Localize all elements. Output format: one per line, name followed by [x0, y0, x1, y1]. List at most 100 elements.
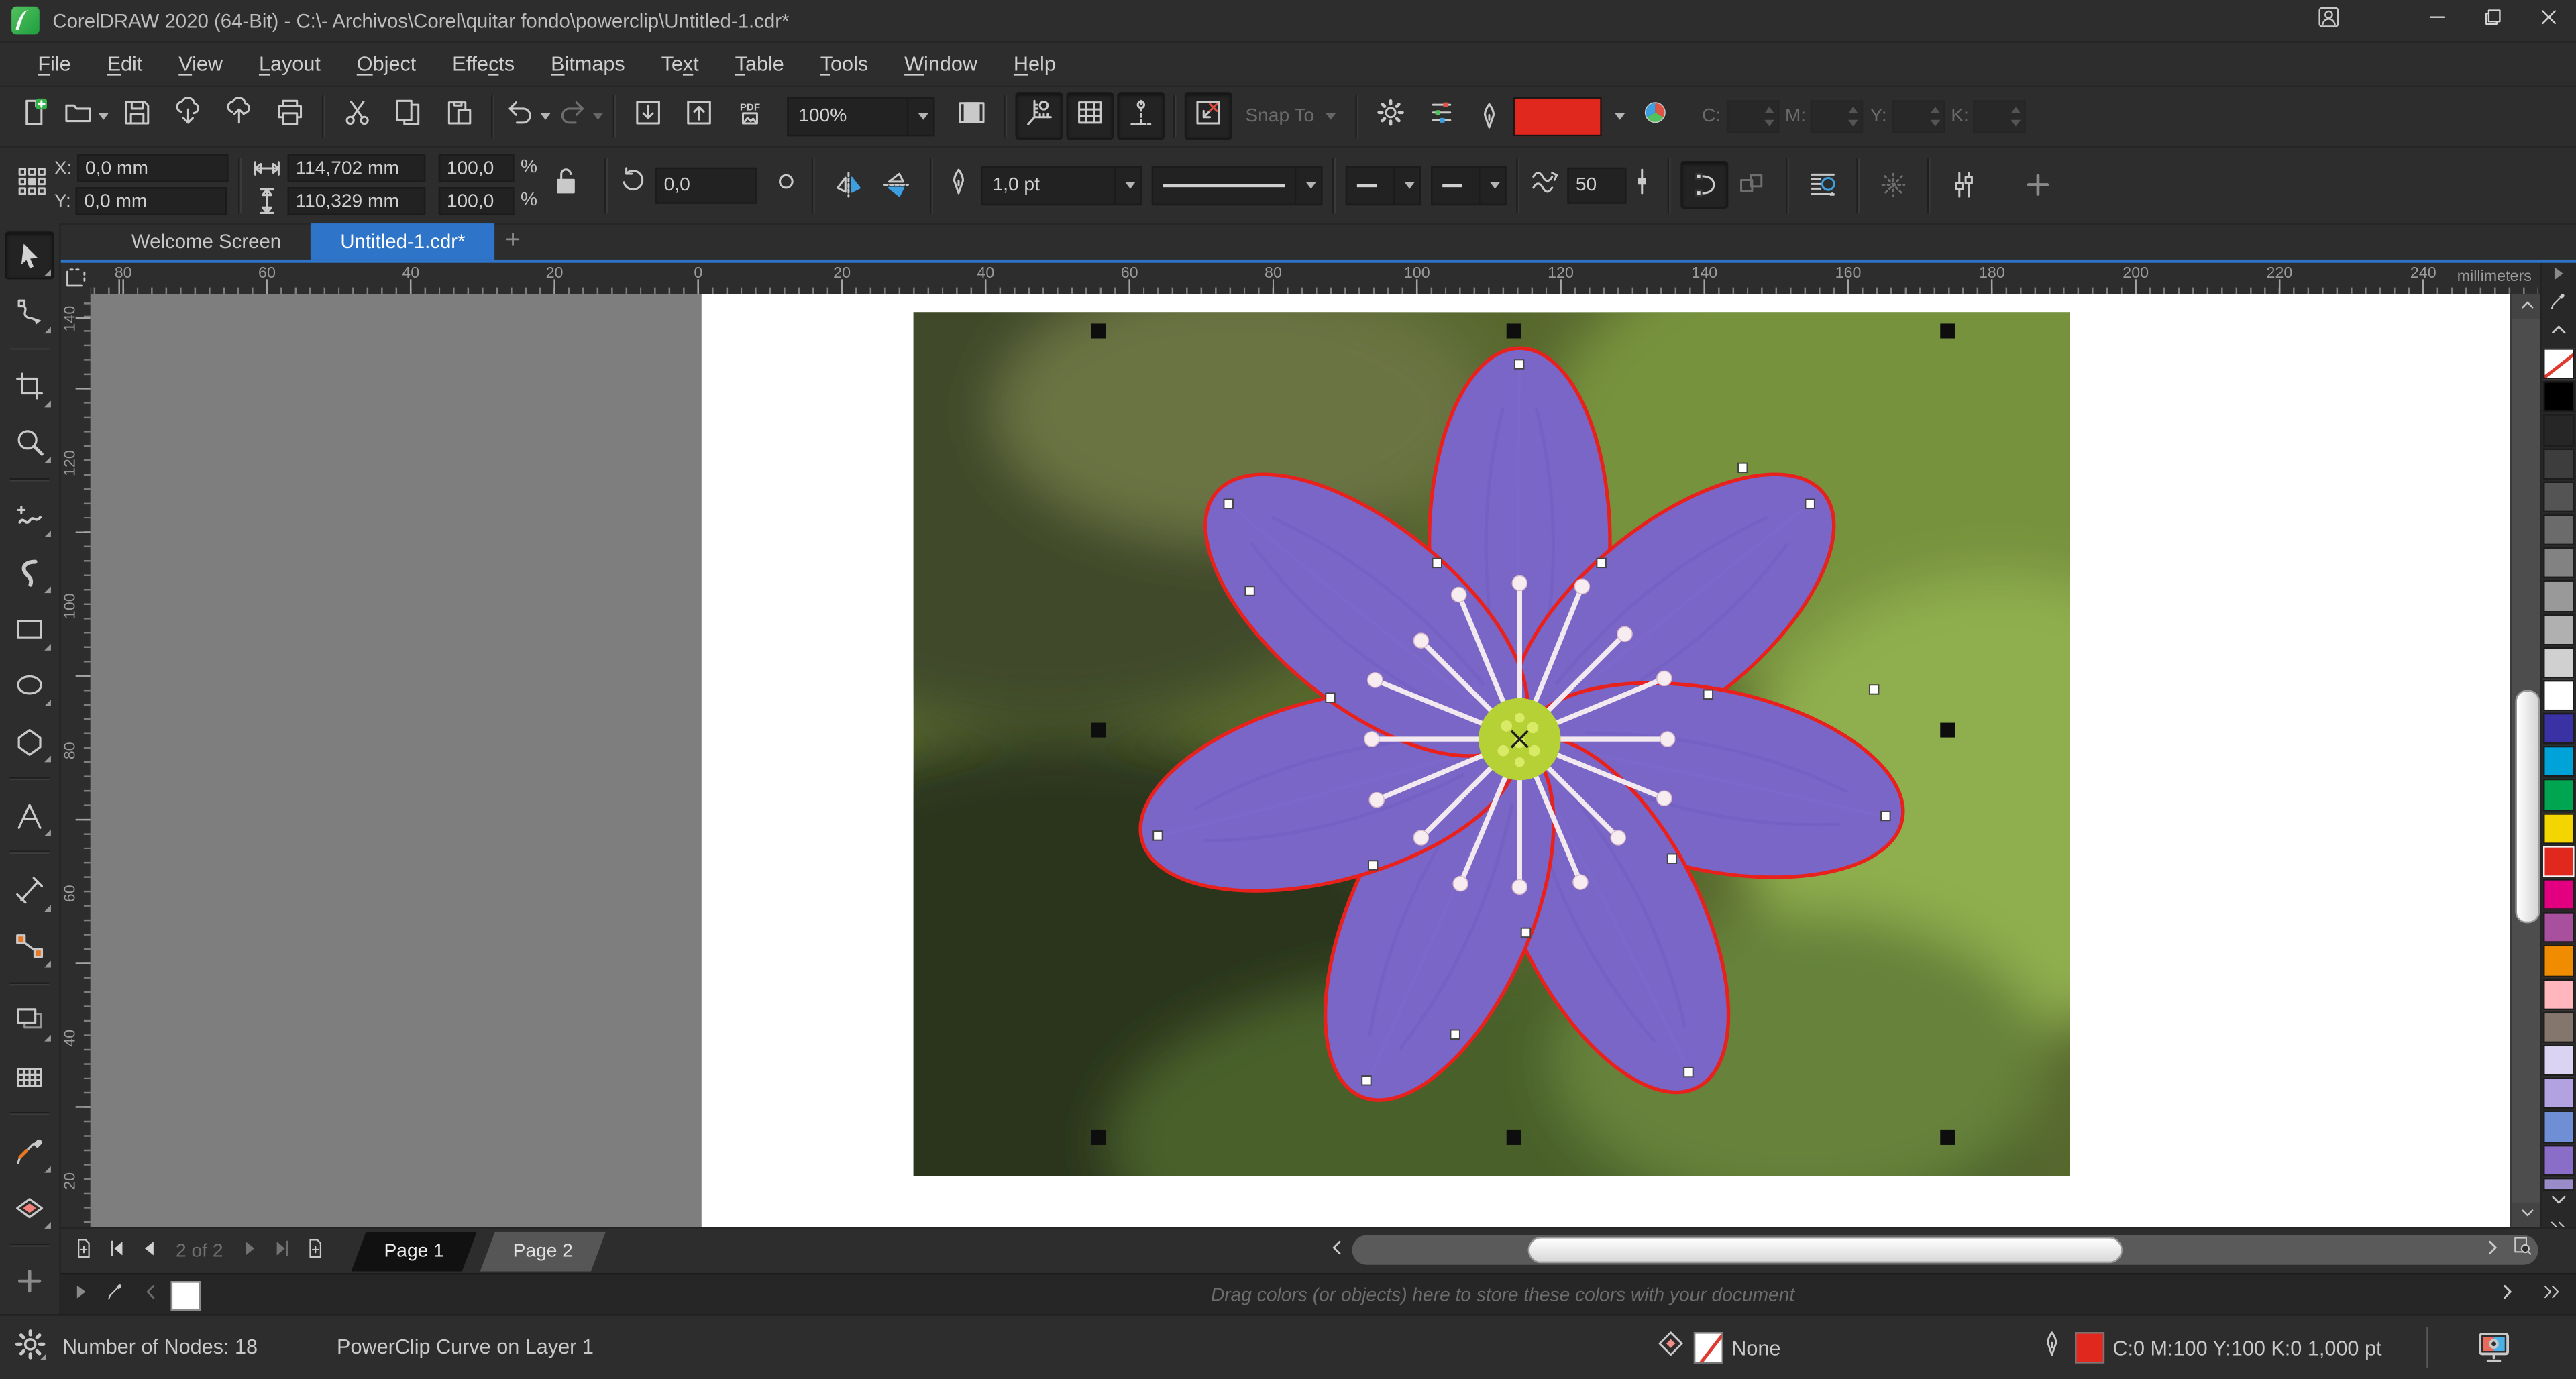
document-palette-swatch[interactable] [171, 1280, 201, 1310]
smoothing-input[interactable] [1568, 167, 1627, 203]
menu-bitmaps[interactable]: Bitmaps [533, 42, 643, 85]
swatch-blue-violet[interactable] [2543, 713, 2575, 744]
outline-status[interactable]: C:0 M:100 Y:100 K:0 1,000 pt [2037, 1316, 2382, 1379]
shape-tool[interactable] [5, 288, 54, 336]
swatch-50-black[interactable] [2543, 547, 2575, 579]
pasteboard[interactable] [91, 294, 702, 1227]
menu-table[interactable]: Table [717, 42, 802, 85]
cmyk-field-k[interactable]: K: [1951, 99, 2026, 132]
menu-window[interactable]: Window [886, 42, 996, 85]
artistic-media-tool[interactable] [5, 549, 54, 597]
ruler-origin[interactable] [61, 263, 91, 294]
show-rulers-button[interactable] [1015, 92, 1063, 140]
freehand-tool[interactable] [5, 493, 54, 541]
start-arrowhead-combo[interactable] [1346, 165, 1421, 205]
palette-flyout-button[interactable] [2544, 263, 2573, 291]
wrap-text-button[interactable] [1799, 161, 1847, 209]
add-tool-plus-tool[interactable] [5, 1258, 54, 1306]
swatch-magenta[interactable] [2543, 879, 2575, 910]
last-page-button[interactable] [266, 1233, 299, 1270]
document-palette-eyedropper-button[interactable] [100, 1280, 129, 1310]
swatch-orange[interactable] [2543, 945, 2575, 977]
palette-scroll-down-button[interactable] [2544, 1191, 2573, 1219]
smoothing-slider-handle[interactable] [1627, 165, 1658, 205]
pan-zoom-button[interactable] [2509, 1232, 2535, 1268]
transparency-tool[interactable] [5, 1053, 54, 1101]
color-sliders-button[interactable] [1417, 92, 1465, 140]
fill-status[interactable]: None [1656, 1316, 1781, 1379]
snap-to-label[interactable]: Snap To [1245, 106, 1314, 125]
add-page-button-left[interactable] [67, 1233, 100, 1270]
cloud-download-button[interactable] [164, 92, 212, 140]
node-distance-button[interactable] [1870, 161, 1917, 209]
snap-off-button[interactable] [1185, 92, 1232, 140]
swatch-90-black[interactable] [2543, 415, 2575, 446]
swatch-yellow[interactable] [2543, 812, 2575, 844]
maximize-button[interactable] [2464, 1, 2520, 40]
swatch-white[interactable] [2543, 680, 2575, 712]
start-arrowhead-dropdown[interactable] [1393, 167, 1419, 203]
menu-object[interactable]: Object [339, 42, 434, 85]
vertical-scrollbar-thumb[interactable] [2515, 690, 2540, 924]
palette-scroll-up-button[interactable] [2544, 319, 2573, 347]
interactive-fill-tool[interactable] [5, 1184, 54, 1232]
print-button[interactable] [266, 92, 314, 140]
outline-width-dropdown[interactable] [1114, 167, 1140, 203]
menu-help[interactable]: Help [996, 42, 1074, 85]
color-wheel-button[interactable] [1631, 92, 1679, 140]
cut-button[interactable] [333, 92, 381, 140]
document-palette-scroll-left-button[interactable] [135, 1280, 164, 1310]
connector-tool[interactable] [5, 922, 54, 971]
swatch-30-black[interactable] [2543, 614, 2575, 645]
drop-shadow-tool[interactable] [5, 997, 54, 1045]
line-style-combo[interactable] [1152, 165, 1323, 205]
options-gear-button[interactable] [1367, 92, 1415, 140]
previous-page-button[interactable] [133, 1233, 166, 1270]
cloud-upload-button[interactable] [215, 92, 263, 140]
palette-eyedropper-button[interactable] [2544, 290, 2573, 319]
object-origin-grid-icon[interactable] [16, 165, 48, 205]
menu-view[interactable]: View [160, 42, 241, 85]
tab-welcome-screen[interactable]: Welcome Screen [102, 223, 311, 260]
line-style-dropdown[interactable] [1295, 167, 1321, 203]
powerclip-flower-image[interactable] [914, 312, 2070, 1176]
scale-y-input[interactable] [439, 187, 515, 215]
copy-button[interactable] [384, 92, 432, 140]
outline-width-combo[interactable]: 1,0 pt [981, 165, 1142, 205]
menu-tools[interactable]: Tools [802, 42, 886, 85]
swatch-green[interactable] [2543, 779, 2575, 811]
swatch-pink[interactable] [2543, 979, 2575, 1010]
polygon-tool[interactable] [5, 718, 54, 766]
next-page-button[interactable] [233, 1233, 266, 1270]
horizontal-scrollbar-thumb[interactable] [1528, 1237, 2123, 1263]
swatch-violet[interactable] [2543, 1177, 2575, 1191]
pick-tool[interactable] [5, 231, 54, 280]
close-curve-button[interactable] [1681, 161, 1729, 209]
outline-color-dropdown[interactable] [1602, 92, 1631, 140]
undo-button[interactable] [502, 92, 551, 140]
swatch-purple[interactable] [2543, 912, 2575, 944]
horizontal-ruler[interactable]: millimeters80604020020406080100120140160… [91, 263, 2538, 294]
zoom-tool-tool[interactable] [5, 419, 54, 467]
x-position-input[interactable] [77, 154, 228, 182]
scroll-down-button[interactable] [2512, 1203, 2541, 1227]
object-height-input[interactable] [287, 187, 425, 215]
cmyk-field-y[interactable]: Y: [1870, 99, 1945, 132]
new-document-tab-button[interactable]: + [495, 223, 531, 260]
customize-plus-button[interactable] [2015, 161, 2062, 209]
crop-tool[interactable] [5, 362, 54, 410]
swatch-cyan[interactable] [2543, 746, 2575, 777]
redo-button[interactable] [555, 92, 604, 140]
paste-button[interactable] [435, 92, 483, 140]
status-bar-options-button[interactable] [13, 1327, 50, 1372]
menu-text[interactable]: Text [643, 42, 717, 85]
outline-color-swatch[interactable] [1513, 96, 1602, 135]
end-arrowhead-dropdown[interactable] [1479, 167, 1505, 203]
mirror-vertical-button[interactable] [873, 161, 920, 209]
zoom-level-dropdown[interactable] [907, 98, 933, 134]
scroll-up-button[interactable] [2512, 294, 2541, 319]
color-eyedropper-tool[interactable] [5, 1127, 54, 1176]
swatch-red[interactable] [2543, 846, 2575, 877]
hscroll-right-button[interactable] [2479, 1233, 2506, 1270]
swatch-none[interactable] [2543, 348, 2575, 380]
